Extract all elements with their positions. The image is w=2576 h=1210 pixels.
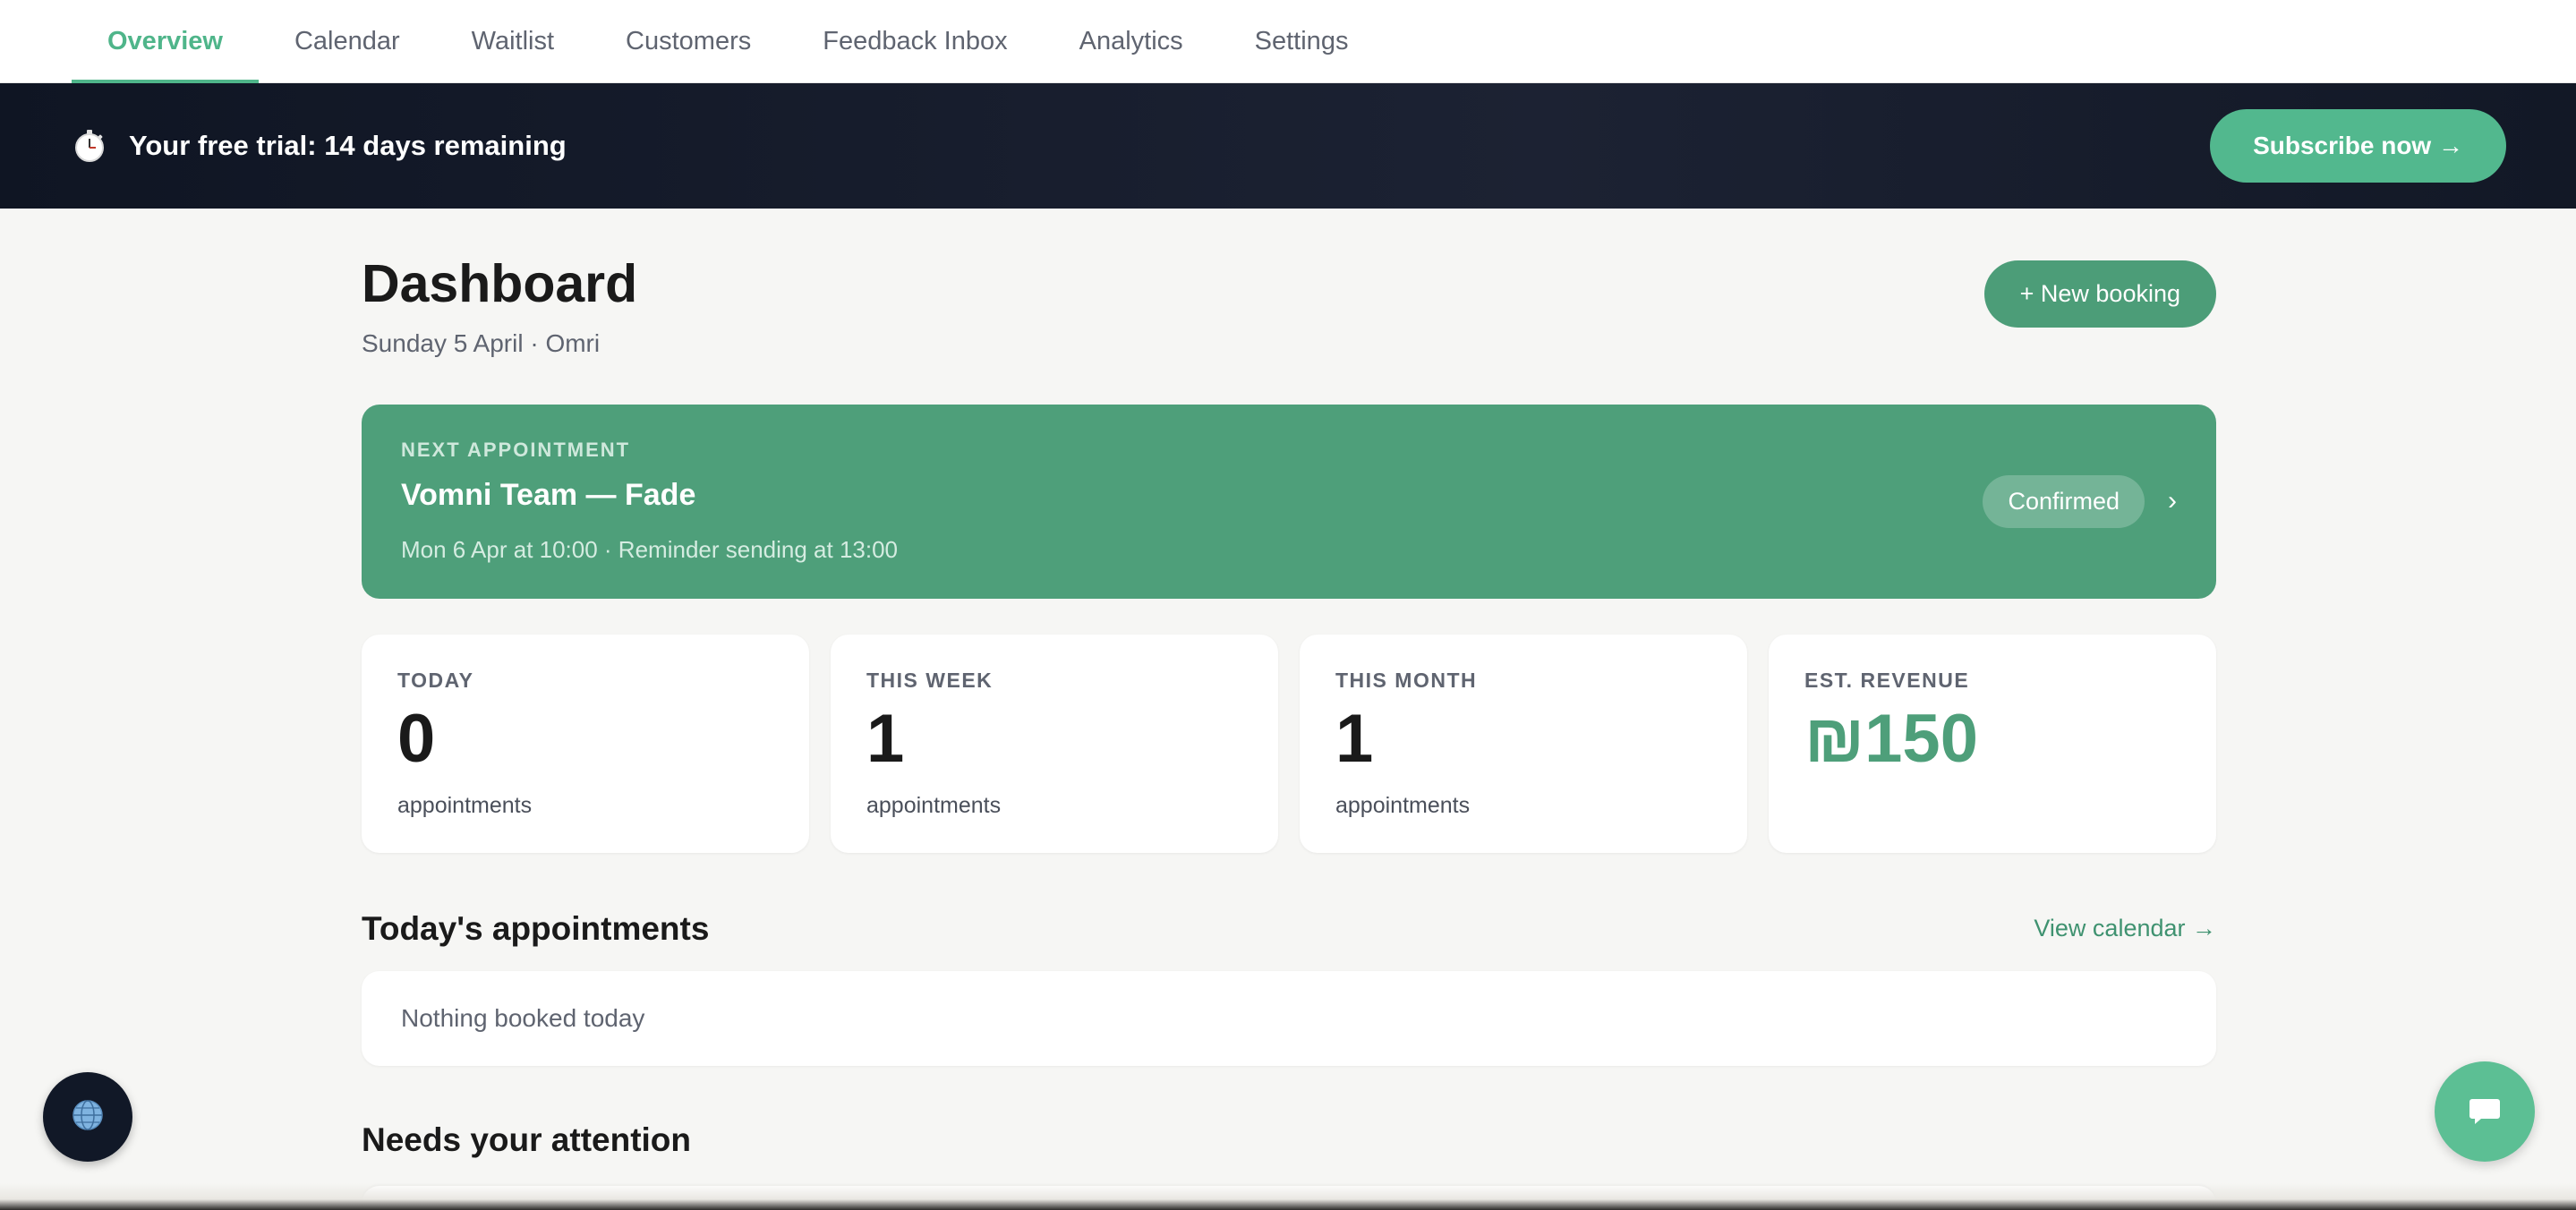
today-section-header: Today's appointments View calendar →	[362, 910, 2216, 948]
stat-unit: appointments	[1335, 792, 1471, 818]
stat-value: 1	[866, 700, 905, 777]
top-navigation: Overview Calendar Waitlist Customers Fee…	[0, 0, 2576, 83]
chat-button[interactable]	[2435, 1061, 2535, 1162]
next-appointment-title: Vomni Team — Fade	[401, 478, 696, 513]
page-header: Dashboard Sunday 5 April · Omri + New bo…	[362, 255, 2216, 358]
trial-banner: Your free trial: 14 days remaining Subsc…	[0, 83, 2576, 209]
chat-icon	[2467, 1092, 2503, 1132]
stat-value-revenue: ₪150	[1804, 700, 1978, 777]
next-appointment-detail: Mon 6 Apr at 10:00 · Reminder sending at…	[401, 536, 899, 564]
tab-feedback-inbox[interactable]: Feedback Inbox	[787, 0, 1043, 82]
stats-row: TODAY 0 appointments THIS WEEK 1 appoint…	[362, 634, 2216, 853]
stat-card-today: TODAY 0 appointments	[362, 634, 809, 853]
stat-label: EST. REVENUE	[1804, 668, 1970, 692]
trial-text: Your free trial: 14 days remaining	[129, 130, 567, 161]
language-button[interactable]	[43, 1072, 132, 1162]
stat-value: 0	[397, 700, 436, 777]
stat-label: TODAY	[397, 668, 474, 692]
tab-calendar[interactable]: Calendar	[259, 0, 436, 82]
section-title-attention: Needs your attention	[362, 1121, 691, 1158]
tab-settings[interactable]: Settings	[1219, 0, 1385, 82]
stat-unit: appointments	[397, 792, 533, 818]
stat-label: THIS WEEK	[866, 668, 994, 692]
status-badge: Confirmed	[1983, 474, 2145, 528]
view-calendar-link[interactable]: View calendar →	[2034, 915, 2216, 942]
today-empty-state: Nothing booked today	[362, 970, 2216, 1066]
globe-icon	[70, 1097, 106, 1138]
tab-overview[interactable]: Overview	[72, 0, 259, 83]
trial-info: Your free trial: 14 days remaining	[72, 128, 567, 164]
bottom-edge	[0, 1183, 2576, 1210]
stat-card-this-month: THIS MONTH 1 appointments	[1300, 634, 1747, 853]
tab-analytics[interactable]: Analytics	[1044, 0, 1219, 82]
tab-waitlist[interactable]: Waitlist	[436, 0, 590, 82]
subscribe-button[interactable]: Subscribe now →	[2210, 109, 2506, 183]
stopwatch-icon	[72, 128, 107, 164]
stat-label: THIS MONTH	[1335, 668, 1478, 692]
next-appointment-status: Confirmed ›	[1983, 474, 2177, 528]
stat-card-est-revenue: EST. REVENUE ₪150	[1769, 634, 2216, 853]
chevron-right-icon[interactable]: ›	[2168, 486, 2177, 516]
stat-card-this-week: THIS WEEK 1 appointments	[831, 634, 1278, 853]
new-booking-button[interactable]: + New booking	[1983, 260, 2216, 328]
stat-unit: appointments	[866, 792, 1002, 818]
next-appointment-info: NEXT APPOINTMENT Vomni Team — Fade Mon 6…	[401, 439, 898, 564]
tab-customers[interactable]: Customers	[590, 0, 787, 82]
stat-value: 1	[1335, 700, 1374, 777]
next-appointment-label: NEXT APPOINTMENT	[401, 439, 631, 462]
next-appointment-card[interactable]: NEXT APPOINTMENT Vomni Team — Fade Mon 6…	[362, 404, 2216, 599]
page-title: Dashboard	[362, 254, 638, 313]
main-content: Dashboard Sunday 5 April · Omri + New bo…	[362, 209, 2216, 1210]
section-title-today: Today's appointments	[362, 909, 710, 947]
page-heading: Dashboard Sunday 5 April · Omri	[362, 255, 637, 358]
page-subtitle: Sunday 5 April · Omri	[362, 328, 601, 357]
